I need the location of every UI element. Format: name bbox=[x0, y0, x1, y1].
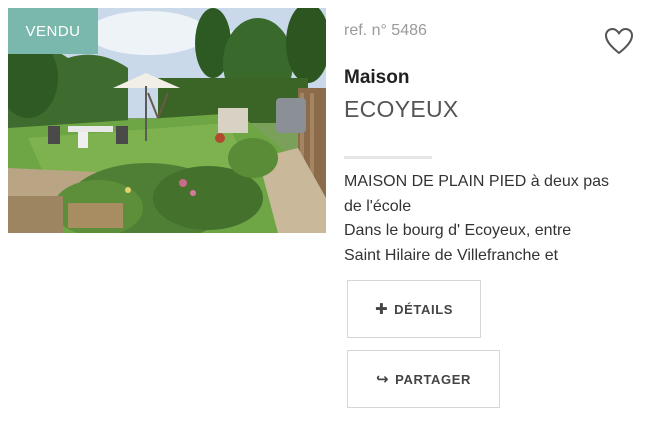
heart-outline-icon bbox=[605, 28, 633, 54]
property-description: MAISON DE PLAIN PIED à deux pas de l'éco… bbox=[344, 170, 634, 268]
plus-icon: ✚ bbox=[374, 301, 389, 318]
share-arrow-icon: ↪ bbox=[376, 371, 390, 388]
property-city: ECOYEUX bbox=[344, 96, 459, 122]
description-line: MAISON DE PLAIN PIED à deux pas bbox=[344, 173, 609, 190]
description-line: Saint Hilaire de Villefranche et bbox=[344, 246, 559, 264]
reference-number: ref. n° 5486 bbox=[344, 22, 427, 39]
status-badge: VENDU bbox=[8, 8, 98, 54]
divider bbox=[344, 156, 432, 159]
share-label: PARTAGER bbox=[395, 371, 471, 387]
share-button[interactable]: ↪ PARTAGER bbox=[347, 350, 500, 408]
property-photo[interactable]: VENDU bbox=[8, 8, 326, 233]
details-button[interactable]: ✚ DÉTAILS bbox=[347, 280, 481, 338]
description-line: Dans le bourg d' Ecoyeux, entre bbox=[344, 222, 572, 239]
description-line: de l'école bbox=[344, 197, 412, 215]
property-type: Maison bbox=[344, 67, 410, 88]
favorite-button[interactable] bbox=[603, 26, 635, 56]
property-card: VENDU ref. n° 5486 Maison ECOYEUX MAISON… bbox=[0, 0, 653, 423]
details-label: DÉTAILS bbox=[394, 301, 454, 317]
